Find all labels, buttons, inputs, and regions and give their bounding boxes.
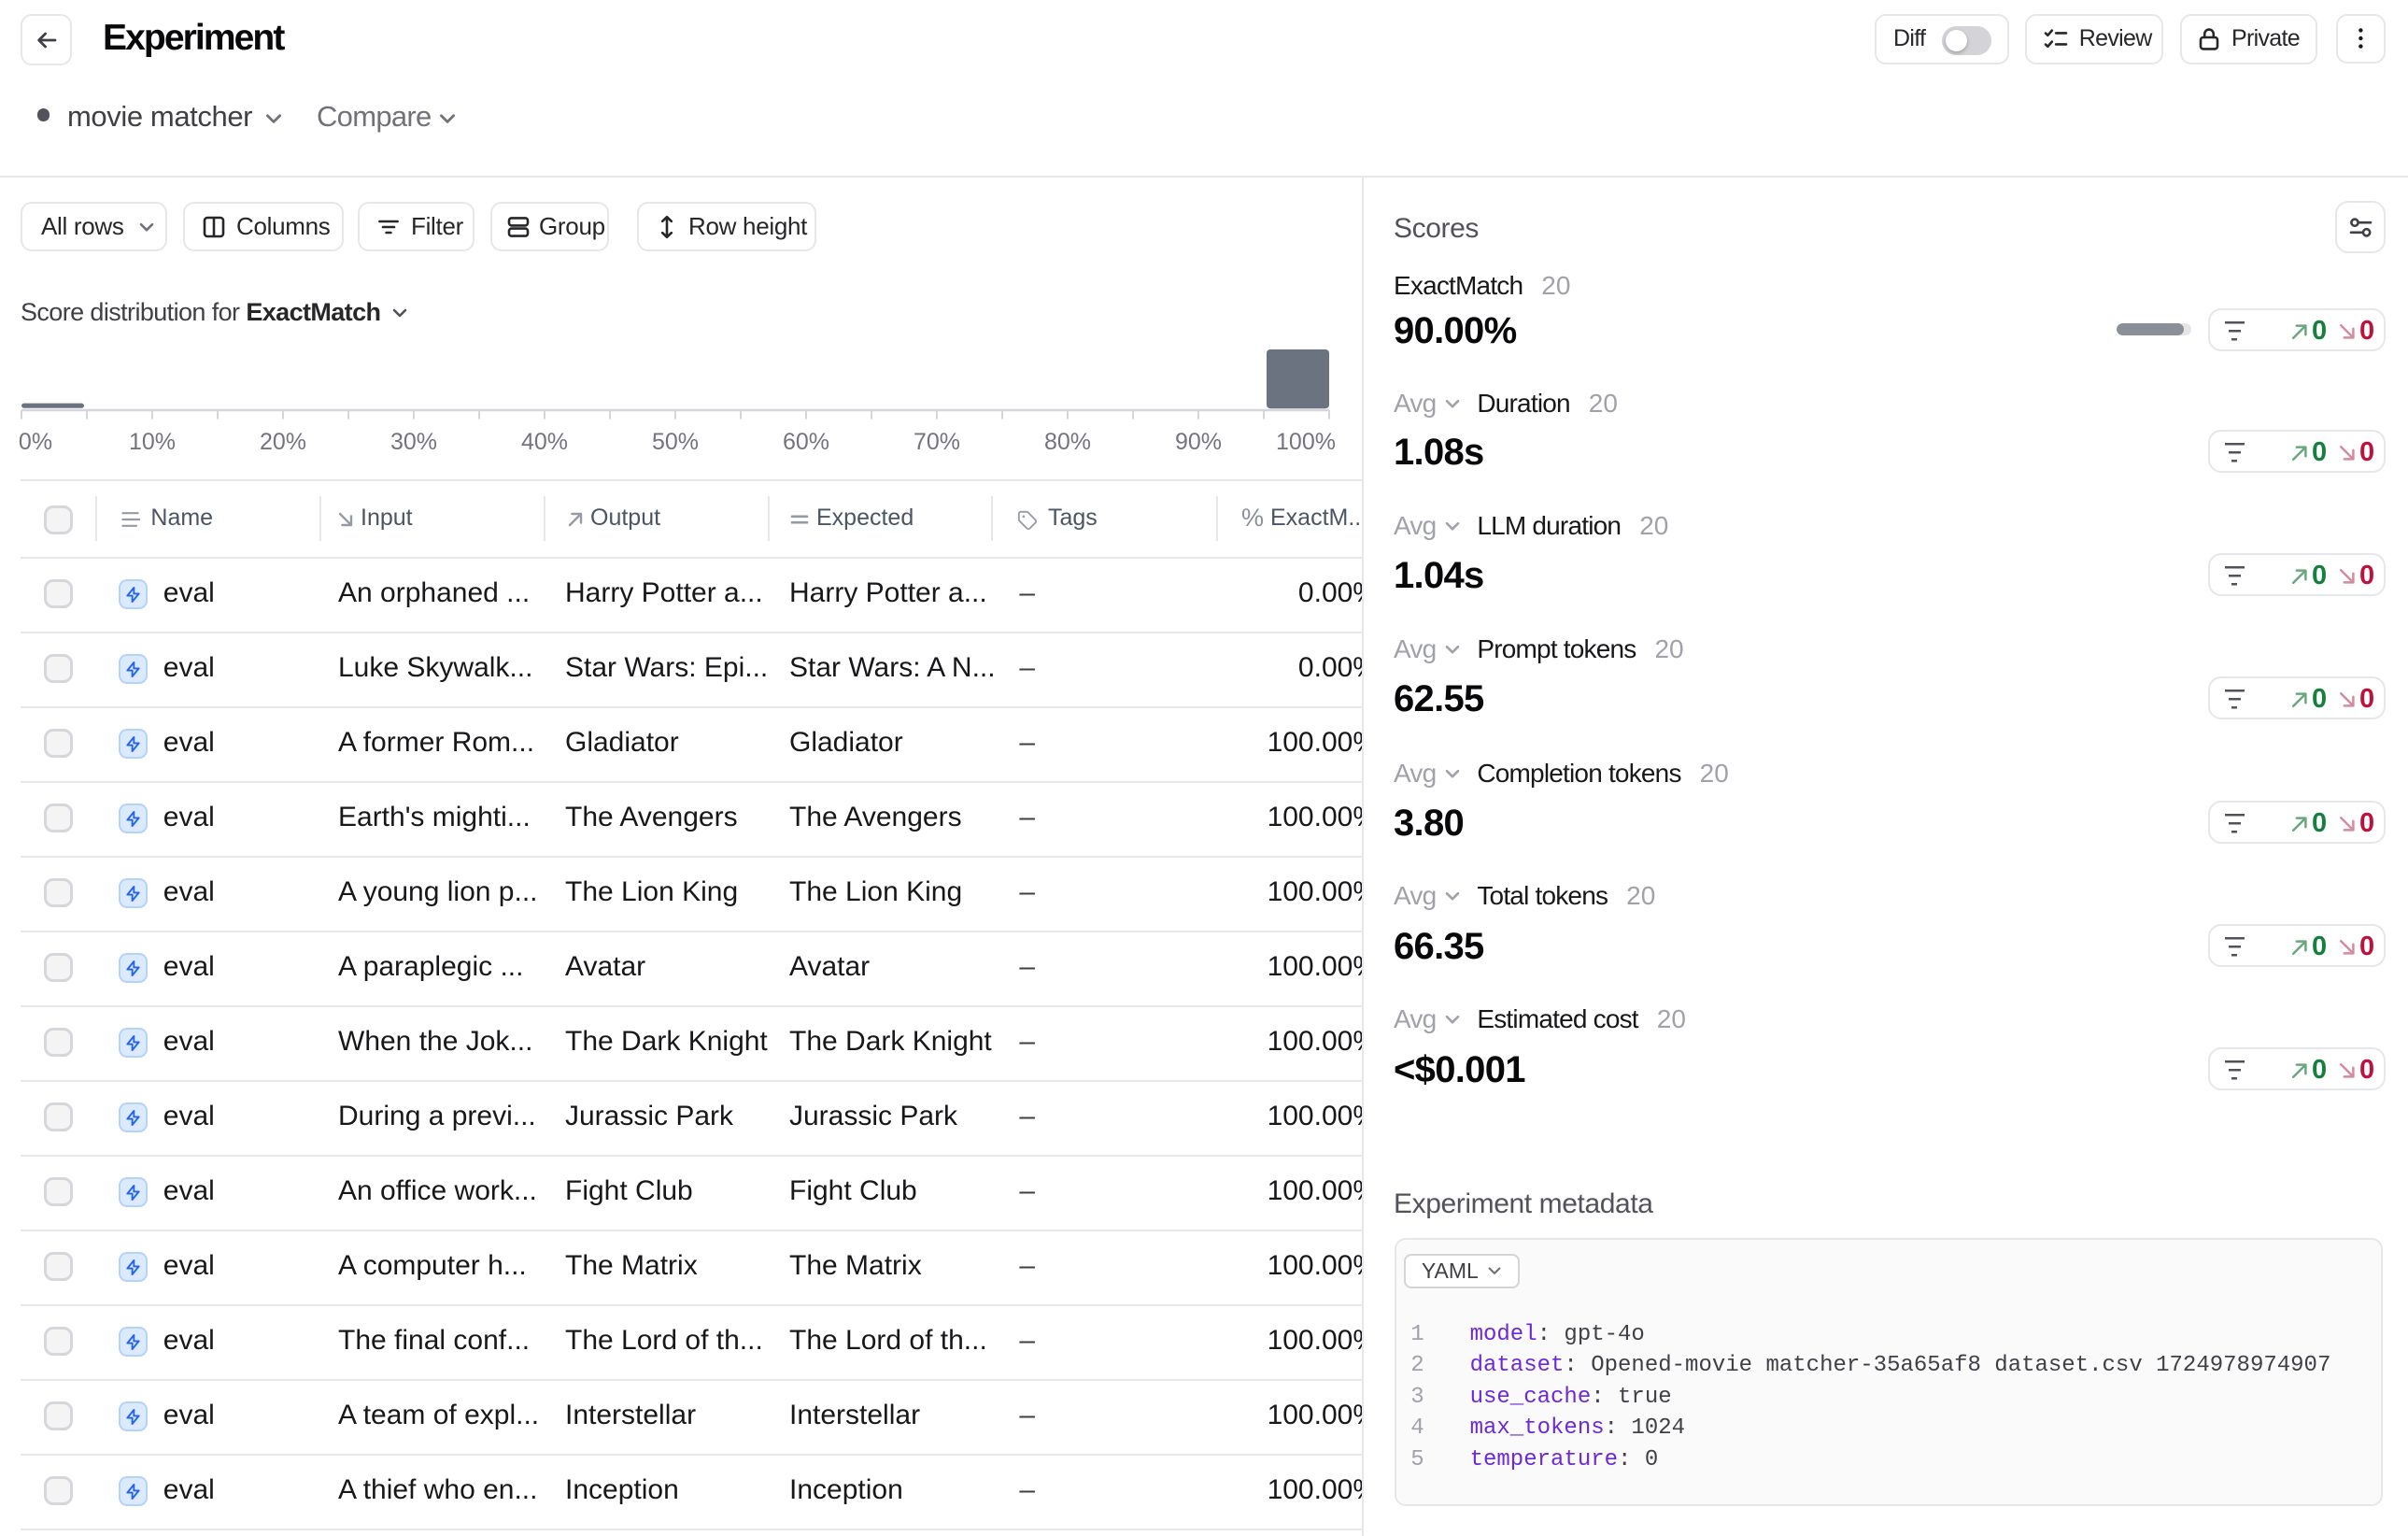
- svg-text:0%: 0%: [19, 429, 52, 455]
- svg-text:50%: 50%: [652, 429, 699, 455]
- svg-text:10%: 10%: [129, 429, 176, 455]
- svg-text:80%: 80%: [1044, 429, 1091, 455]
- svg-text:60%: 60%: [783, 429, 829, 455]
- svg-text:100%: 100%: [1276, 429, 1336, 455]
- svg-text:30%: 30%: [390, 429, 437, 455]
- svg-text:90%: 90%: [1175, 429, 1222, 455]
- svg-text:40%: 40%: [521, 429, 568, 455]
- svg-text:20%: 20%: [260, 429, 306, 455]
- svg-text:70%: 70%: [914, 429, 960, 455]
